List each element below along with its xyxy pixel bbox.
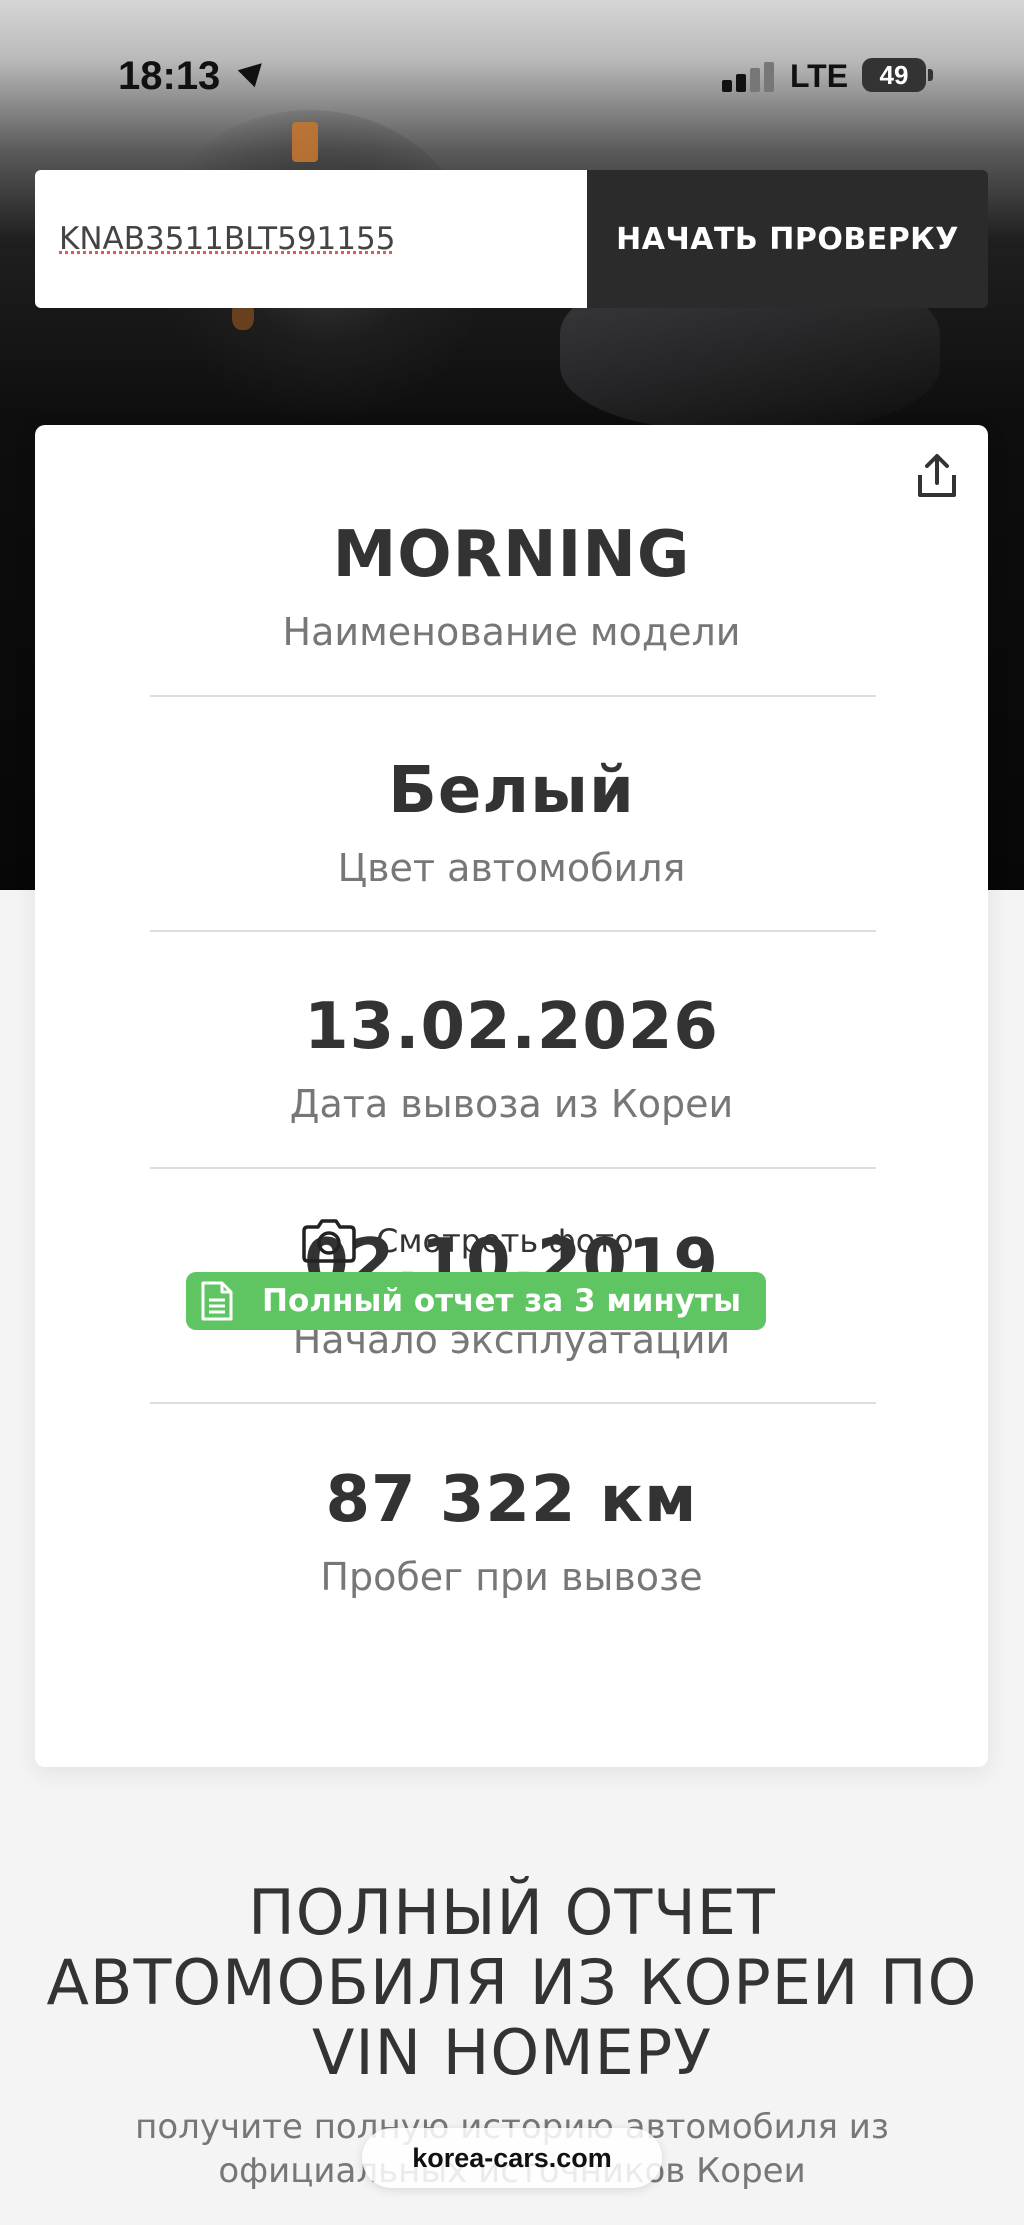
promo-title-line: ПОЛНЫЙ ОТЧЕТ <box>248 1876 776 1949</box>
view-photos-link[interactable]: Смотреть фото <box>300 1215 634 1267</box>
location-arrow-icon <box>237 54 271 88</box>
signal-icon <box>722 62 782 92</box>
vin-search-bar: НАЧАТЬ ПРОВЕРКУ <box>35 170 988 308</box>
mileage-field: 87 322 км Пробег при вывозе <box>35 1468 988 1596</box>
export-date-value: 13.02.2026 <box>304 990 719 1064</box>
promo-title: ПОЛНЫЙ ОТЧЕТ АВТОМОБИЛЯ ИЗ КОРЕИ ПО VIN … <box>0 1878 1024 2088</box>
status-time: 18:13 <box>118 54 221 98</box>
browser-url-bar[interactable]: korea-cars.com <box>362 2128 662 2188</box>
camera-icon <box>302 1219 356 1263</box>
color-label: Цвет автомобиля <box>337 846 686 890</box>
export-date-label: Дата вывоза из Кореи <box>289 1082 734 1126</box>
divider <box>150 695 876 697</box>
network-type: LTE <box>790 58 849 94</box>
full-report-label: Полный отчет за 3 минуты <box>262 1283 742 1319</box>
promo-title-line: VIN НОМЕРУ <box>311 2016 713 2089</box>
mileage-value: 87 322 км <box>325 1463 698 1537</box>
battery-level: 49 <box>879 60 909 90</box>
start-check-button[interactable]: НАЧАТЬ ПРОВЕРКУ <box>587 170 988 308</box>
document-icon <box>201 1281 233 1321</box>
promo-title-line: АВТОМОБИЛЯ ИЗ КОРЕИ ПО <box>46 1946 978 2019</box>
divider <box>150 930 876 932</box>
vehicle-info-card: MORNING Наименование модели Белый Цвет а… <box>35 425 988 1767</box>
model-field: MORNING Наименование модели <box>35 523 988 651</box>
model-label: Наименование модели <box>282 610 741 654</box>
status-bar: 18:13 LTE 49 <box>0 0 1024 150</box>
full-report-button[interactable]: Полный отчет за 3 минуты <box>186 1272 766 1330</box>
export-date-field: 13.02.2026 Дата вывоза из Кореи <box>35 995 988 1123</box>
mileage-label: Пробег при вывозе <box>320 1555 703 1599</box>
battery-icon: 49 <box>862 58 933 92</box>
vin-input[interactable] <box>35 170 587 308</box>
model-value: MORNING <box>332 518 691 592</box>
view-photos-label: Смотреть фото <box>376 1222 634 1260</box>
share-icon[interactable] <box>912 451 962 501</box>
color-field: Белый Цвет автомобиля <box>35 759 988 887</box>
color-value: Белый <box>388 754 635 828</box>
divider <box>150 1402 876 1404</box>
divider <box>150 1167 876 1169</box>
